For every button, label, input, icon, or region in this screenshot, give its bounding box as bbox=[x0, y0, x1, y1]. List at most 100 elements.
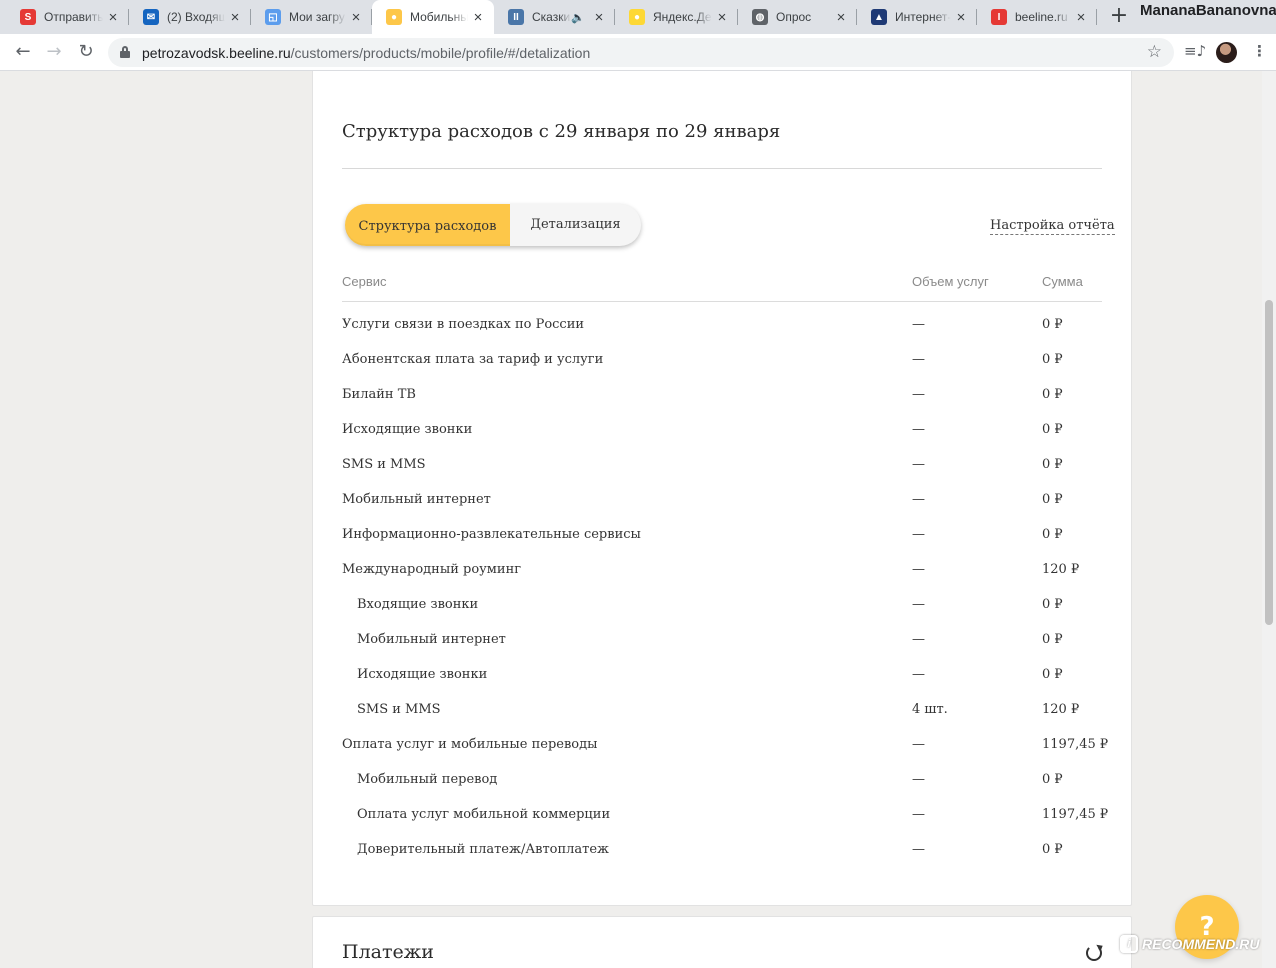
tab-expense-structure[interactable]: Структура расходов bbox=[345, 204, 510, 246]
table-row: Информационно-развлекательные сервисы — 0 … bbox=[342, 519, 1102, 554]
address-bar[interactable]: petrozavodsk.beeline.ru/customers/produc… bbox=[108, 38, 1174, 67]
cell-service: Оплата услуг мобильной коммерции bbox=[357, 807, 611, 822]
cell-sum: 0 ₽ bbox=[1042, 457, 1063, 472]
browser-tab[interactable]: ▲ Интернет- × bbox=[857, 0, 977, 34]
back-icon[interactable]: ← bbox=[10, 40, 36, 66]
expenses-card: Структура расходов с 29 января по 29 янв… bbox=[312, 71, 1132, 906]
cell-volume: — bbox=[912, 527, 925, 542]
payments-card: Платежи bbox=[312, 916, 1132, 968]
scrollbar-thumb[interactable] bbox=[1265, 300, 1273, 625]
watermark-icon: i bbox=[1120, 935, 1138, 953]
tab-favicon-icon: ◱ bbox=[265, 9, 281, 25]
tab-close-icon[interactable]: × bbox=[225, 9, 245, 26]
tab-title: (2) Входящ bbox=[167, 10, 225, 24]
lock-icon bbox=[120, 46, 130, 58]
cell-sum: 0 ₽ bbox=[1042, 492, 1063, 507]
column-header-volume: Объем услуг bbox=[912, 274, 989, 289]
report-type-switcher: Структура расходов Детализация bbox=[345, 204, 641, 246]
tab-detalization-label: Детализация bbox=[530, 216, 621, 232]
browser-tab[interactable]: ✉ (2) Входящ × bbox=[129, 0, 251, 34]
browser-tab[interactable]: ◱ Мои загру × bbox=[251, 0, 372, 34]
cell-volume: — bbox=[912, 807, 925, 822]
table-subrow: Исходящие звонки — 0 ₽ bbox=[342, 659, 1102, 694]
table-row: SMS и MMS — 0 ₽ bbox=[342, 449, 1102, 484]
cell-sum: 1197,45 ₽ bbox=[1042, 737, 1109, 752]
cell-volume: 4 шт. bbox=[912, 702, 948, 717]
tab-favicon-icon: ✉ bbox=[143, 9, 159, 25]
cell-service: Международный роуминг bbox=[342, 562, 522, 577]
tab-close-icon[interactable]: × bbox=[103, 9, 123, 26]
cell-service: Входящие звонки bbox=[357, 597, 479, 612]
tab-title: Яндекс.Де bbox=[653, 10, 712, 24]
url-text[interactable]: petrozavodsk.beeline.ru/customers/produc… bbox=[142, 45, 590, 61]
tab-close-icon[interactable]: × bbox=[468, 9, 488, 26]
reload-icon[interactable]: ↻ bbox=[73, 40, 99, 66]
report-settings-link[interactable]: Настройка отчёта bbox=[990, 218, 1115, 235]
browser-tab[interactable]: ● Мобильны × bbox=[372, 0, 494, 34]
tab-close-icon[interactable]: × bbox=[951, 9, 971, 26]
expenses-table-body: Услуги связи в поездках по России —0 ₽ Або… bbox=[342, 309, 1108, 869]
cell-service: Мобильный интернет bbox=[357, 632, 506, 647]
tab-close-icon[interactable]: × bbox=[346, 9, 366, 26]
column-header-sum: Сумма bbox=[1042, 274, 1083, 289]
table-subrow: Оплата услуг мобильной коммерции — 1197,45… bbox=[342, 799, 1108, 834]
cell-service: Исходящие звонки bbox=[342, 422, 473, 437]
table-header: Сервис Объем услуг Сумма bbox=[342, 274, 1102, 302]
bookmark-star-icon[interactable]: ☆ bbox=[1147, 42, 1162, 62]
cell-sum: 0 ₽ bbox=[1042, 772, 1063, 787]
browser-tab[interactable]: ◍ Опрос × bbox=[738, 0, 857, 34]
tab-title: Интернет- bbox=[895, 10, 951, 24]
cell-volume: — bbox=[912, 457, 925, 472]
table-row: Билайн ТВ — 0 ₽ bbox=[342, 379, 1102, 414]
cell-sum: 1197,45 ₽ bbox=[1042, 807, 1109, 822]
table-subrow: Мобильный перевод — 0 ₽ bbox=[342, 764, 1102, 799]
tab-favicon-icon: S bbox=[20, 9, 36, 25]
cell-service: Мобильный перевод bbox=[357, 772, 498, 787]
cell-sum: 0 ₽ bbox=[1042, 387, 1063, 402]
column-header-service: Сервис bbox=[342, 274, 387, 289]
table-row: Исходящие звонки — 0 ₽ bbox=[342, 414, 1102, 449]
cell-volume: — bbox=[912, 737, 925, 752]
cell-service: Мобильный интернет bbox=[342, 492, 491, 507]
tab-title: Мобильны bbox=[410, 10, 468, 24]
cell-volume: — bbox=[912, 387, 925, 402]
page-viewport: Структура расходов с 29 января по 29 янв… bbox=[0, 71, 1276, 968]
cell-sum: 0 ₽ bbox=[1042, 422, 1063, 437]
new-tab-button[interactable]: + bbox=[1106, 4, 1132, 30]
cell-service: Информационно-развлекательные сервисы bbox=[342, 527, 641, 542]
browser-tab[interactable]: S Отправить × bbox=[6, 0, 129, 34]
tab-favicon-icon: ◍ bbox=[752, 9, 768, 25]
cell-sum: 120 ₽ bbox=[1042, 562, 1080, 577]
cell-service: Доверительный платеж/Автоплатеж bbox=[357, 842, 610, 857]
tab-close-icon[interactable]: × bbox=[712, 9, 732, 26]
cell-volume: — bbox=[912, 317, 925, 332]
media-control-icon[interactable]: ≡♪ bbox=[1184, 42, 1206, 60]
cell-service: Исходящие звонки bbox=[357, 667, 488, 682]
cell-service: Абонентская плата за тариф и услуги bbox=[342, 352, 604, 367]
table-row: Услуги связи в поездках по России — 0 ₽ bbox=[342, 309, 1102, 344]
cell-volume: — bbox=[912, 667, 925, 682]
cell-sum: 0 ₽ bbox=[1042, 317, 1063, 332]
tab-close-icon[interactable]: × bbox=[589, 9, 609, 26]
table-subrow: Доверительный платеж/Автоплатеж — 0 ₽ bbox=[342, 834, 1102, 869]
avatar[interactable] bbox=[1216, 42, 1237, 63]
table-row: Абонентская плата за тариф и услуги — 0 ₽ bbox=[342, 344, 1102, 379]
browser-tab[interactable]: ● Яндекс.Де × bbox=[615, 0, 738, 34]
tab-close-icon[interactable]: × bbox=[831, 9, 851, 26]
refresh-icon[interactable] bbox=[1086, 945, 1102, 961]
title-divider bbox=[342, 168, 1102, 169]
tab-detalization[interactable]: Детализация bbox=[510, 204, 641, 246]
tab-close-icon[interactable]: × bbox=[1071, 9, 1091, 26]
forward-icon[interactable]: → bbox=[41, 40, 67, 66]
cell-sum: 0 ₽ bbox=[1042, 667, 1063, 682]
page-scrollbar[interactable] bbox=[1262, 71, 1276, 968]
tab-audio-icon[interactable]: 🔈 bbox=[571, 11, 585, 24]
browser-tab[interactable]: II Сказки 🔈 × bbox=[494, 0, 615, 34]
tab-favicon-icon: II bbox=[508, 9, 524, 25]
browser-tab[interactable]: Ibeeline.ru × bbox=[977, 0, 1097, 34]
menu-icon[interactable]: ⋮ bbox=[1252, 42, 1267, 60]
cell-sum: 120 ₽ bbox=[1042, 702, 1080, 717]
watermark-text: RECOMMEND.RU bbox=[1142, 936, 1260, 952]
cell-sum: 0 ₽ bbox=[1042, 842, 1063, 857]
table-subrow: Входящие звонки — 0 ₽ bbox=[342, 589, 1102, 624]
